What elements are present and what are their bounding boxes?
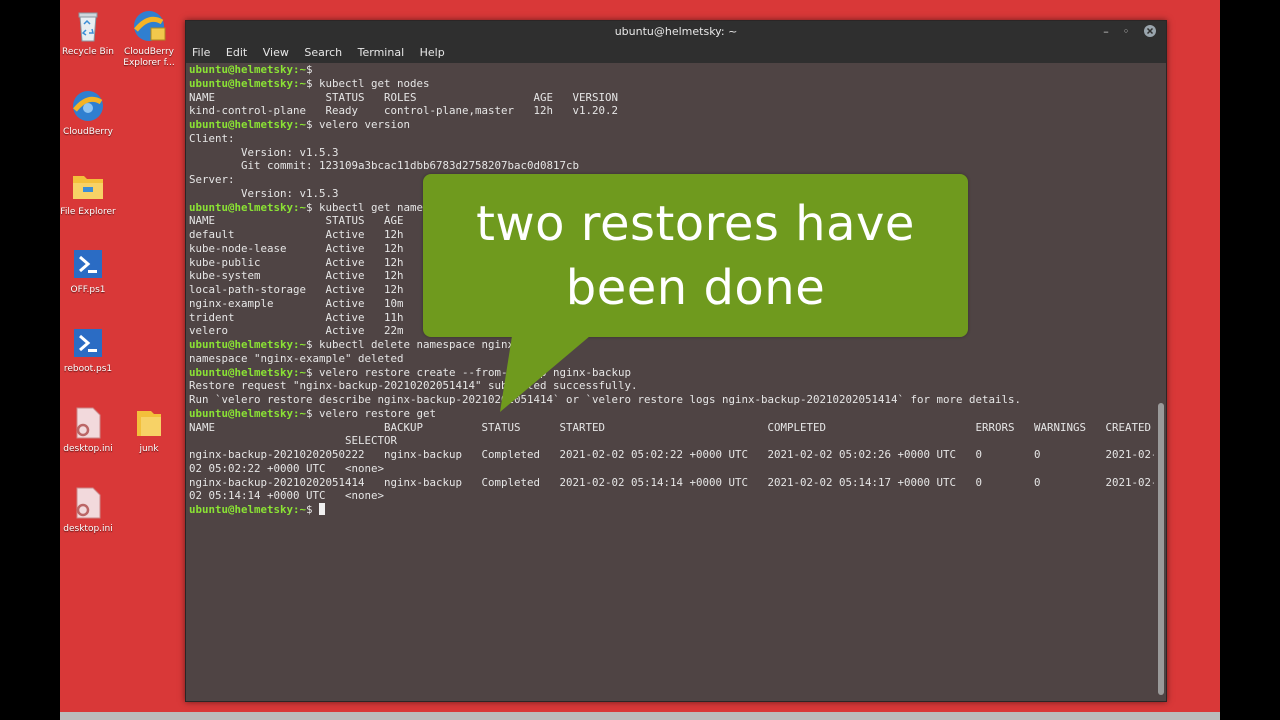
callout-tail	[500, 336, 590, 412]
